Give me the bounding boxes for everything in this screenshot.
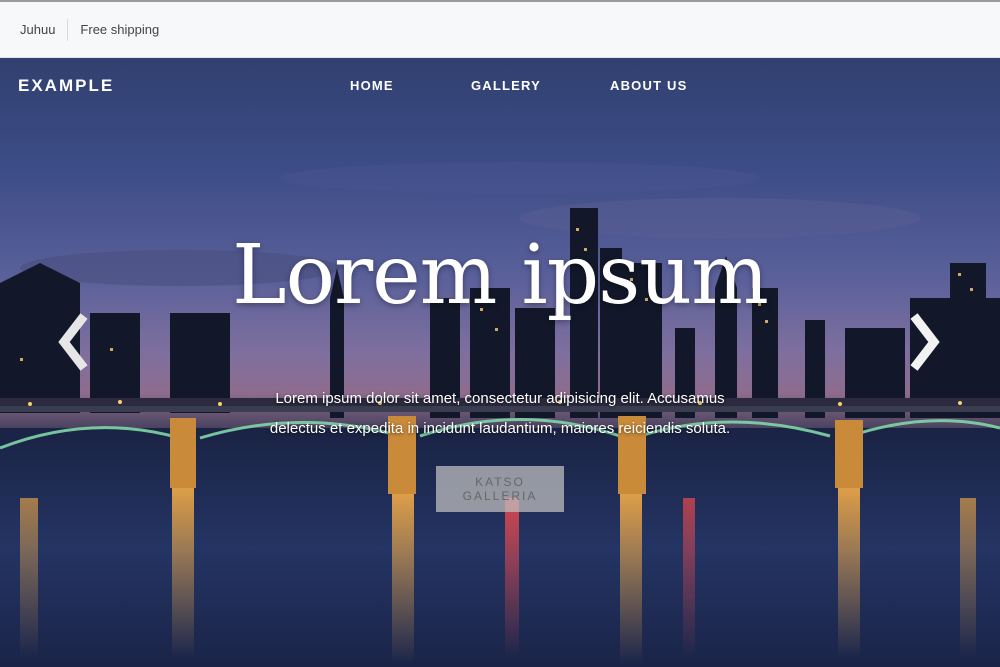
hero-lead-text: Lorem ipsum dolor sit amet, consectetur … xyxy=(269,390,731,437)
top-bar: Juhuu Free shipping xyxy=(0,0,1000,58)
hero-title: Lorem ipsum xyxy=(232,228,769,323)
hero-slider: EXAMPLE HOME GALLERY ABOUT US Lorem ipsu… xyxy=(0,58,1000,667)
nav-item-home[interactable]: HOME xyxy=(350,78,394,93)
nav-item-gallery[interactable]: GALLERY xyxy=(471,78,541,93)
gallery-cta-button[interactable]: KATSO GALLERIA xyxy=(436,466,564,512)
main-nav: HOME GALLERY ABOUT US xyxy=(0,78,1000,98)
topbar-item-free-shipping[interactable]: Free shipping xyxy=(80,22,171,37)
topbar-divider xyxy=(67,18,69,41)
nav-item-about-us[interactable]: ABOUT US xyxy=(610,78,688,93)
city-night-background xyxy=(0,162,1000,667)
topbar-item-juhuu[interactable]: Juhuu xyxy=(20,22,67,37)
